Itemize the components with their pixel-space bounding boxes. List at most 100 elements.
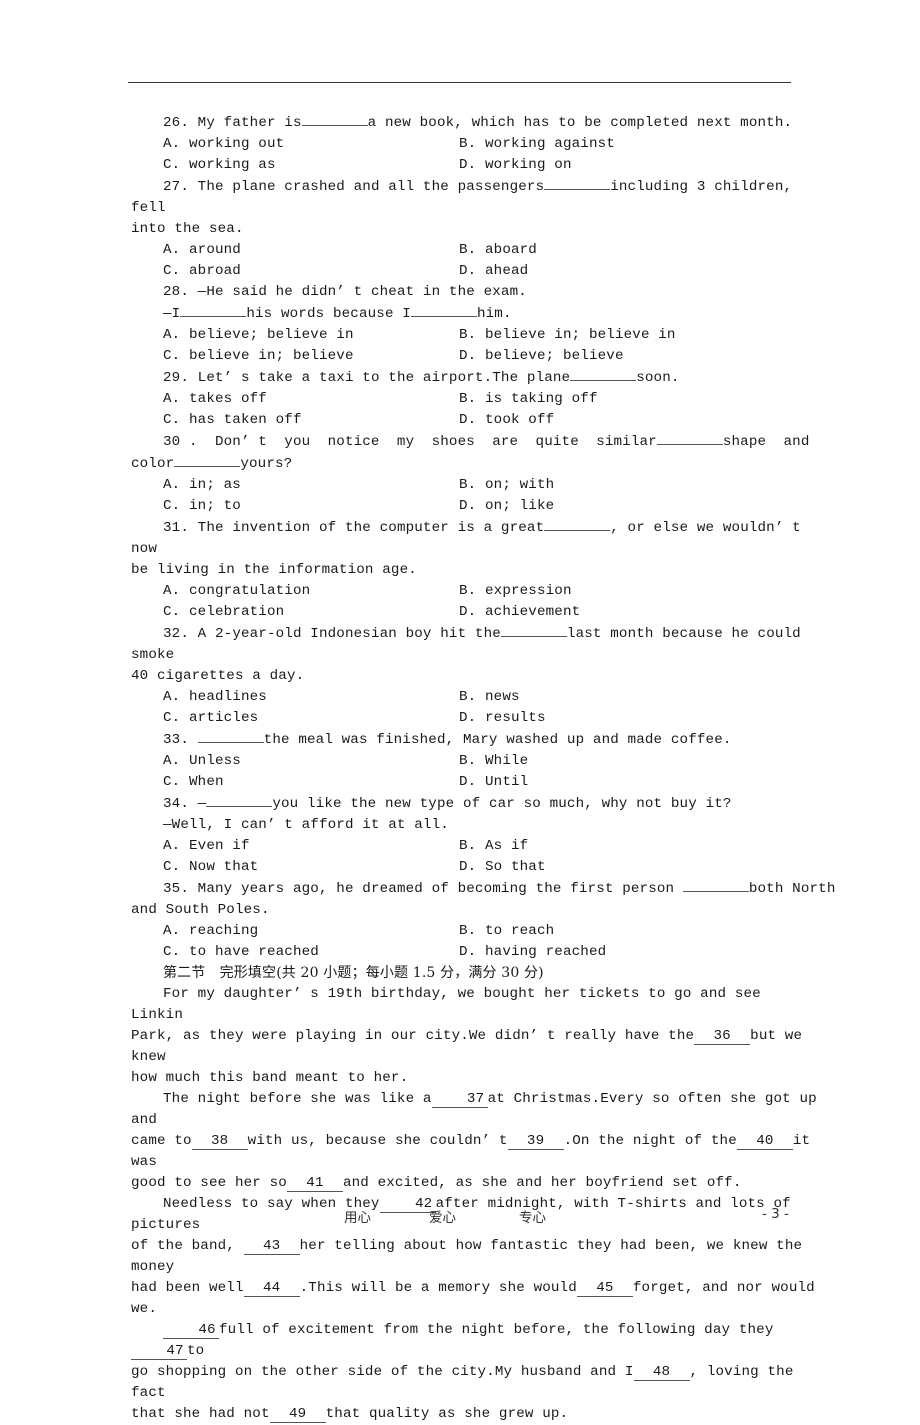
option-c: C. has taken off bbox=[163, 412, 302, 428]
option-d: D. So that bbox=[459, 859, 546, 875]
footer-motto-1: 用心 bbox=[344, 1210, 371, 1226]
passage-text: go shopping on the other side of the cit… bbox=[131, 1364, 634, 1380]
passage-text: good to see her so bbox=[131, 1175, 287, 1191]
cloze-blank-38: 38 bbox=[191, 1134, 248, 1150]
option-b: B. aboard bbox=[459, 242, 537, 258]
stem-continuation: color bbox=[131, 456, 175, 472]
stem-text: soon. bbox=[636, 370, 680, 386]
cloze-blank-39: 39 bbox=[507, 1134, 564, 1150]
option-c: C. working as bbox=[163, 157, 276, 173]
option-a: A. headlines bbox=[163, 689, 267, 705]
option-a: A. reaching bbox=[163, 923, 259, 939]
question-32: 32. A 2-year-old Indonesian boy hit the l… bbox=[131, 623, 821, 729]
passage-text: with us, because she couldn’ t bbox=[247, 1133, 508, 1149]
option-a: A. believe; believe in bbox=[163, 327, 354, 343]
passage-line: came to 38 with us, because she couldn’ t3… bbox=[131, 1131, 821, 1173]
option-d: D. took off bbox=[459, 412, 555, 428]
option-b: B. working against bbox=[459, 136, 615, 152]
option-d: D. believe; believe bbox=[459, 348, 624, 364]
header-rule bbox=[128, 82, 791, 83]
cloze-blank-45: 45 bbox=[576, 1281, 633, 1297]
passage-line: Needless to say when they 42 after midnigh… bbox=[131, 1194, 821, 1236]
stem-text: — bbox=[197, 796, 207, 812]
question-number: 30 . bbox=[163, 434, 198, 450]
option-a: A. congratulation bbox=[163, 583, 311, 599]
stem-text: the meal was finished, Mary washed up an… bbox=[263, 732, 732, 748]
option-c: C. articles bbox=[163, 710, 259, 726]
option-c: C. believe in; believe bbox=[163, 348, 354, 364]
answer-blank bbox=[180, 303, 247, 317]
passage-text: The night before she was like a bbox=[163, 1091, 432, 1107]
option-a: A. takes off bbox=[163, 391, 267, 407]
option-d: D. achievement bbox=[459, 604, 581, 620]
stem-text: a new book, which has to be completed ne… bbox=[367, 115, 793, 131]
footer-motto-3: 专心 bbox=[519, 1210, 546, 1226]
passage-line: go shopping on the other side of the cit… bbox=[131, 1362, 821, 1404]
passage-line: good to see her so 41 and excited, as she … bbox=[131, 1173, 821, 1194]
passage-text: came to bbox=[131, 1133, 192, 1149]
cloze-blank-47: 47 bbox=[131, 1344, 187, 1360]
cloze-blank-43: 43 bbox=[243, 1239, 300, 1255]
question-number: 32. bbox=[163, 626, 189, 642]
option-d: D. results bbox=[459, 710, 546, 726]
option-c: C. celebration bbox=[163, 604, 285, 620]
option-d: D. on; like bbox=[459, 498, 555, 514]
stem-text: —I bbox=[163, 306, 181, 322]
stem-text: The plane crashed and all the passengers bbox=[197, 179, 545, 195]
stem-text: both North bbox=[748, 881, 836, 897]
passage-text: full of excitement from the night before… bbox=[219, 1322, 774, 1338]
stem-text: The invention of the computer is a great bbox=[197, 520, 545, 536]
option-a: A. Even if bbox=[163, 838, 250, 854]
question-number: 34. bbox=[163, 796, 189, 812]
question-number: 28. bbox=[163, 284, 189, 300]
stem-continuation: and South Poles. bbox=[131, 902, 270, 918]
passage-line: we. bbox=[131, 1301, 157, 1317]
question-number: 26. bbox=[163, 115, 189, 131]
stem-text: you like the new type of car so much, wh… bbox=[272, 796, 732, 812]
passage-line: how much this band meant to her. bbox=[131, 1070, 409, 1086]
stem-continuation: into the sea. bbox=[131, 221, 244, 237]
answer-blank bbox=[197, 729, 264, 743]
question-26: 26. My father is a new book, which has to… bbox=[131, 112, 821, 176]
answer-blank bbox=[410, 303, 477, 317]
passage-text: forget, and nor would bbox=[632, 1280, 815, 1296]
cloze-blank-46: 46 bbox=[163, 1323, 219, 1339]
answer-blank bbox=[682, 878, 749, 892]
option-c: C. to have reached bbox=[163, 944, 319, 960]
question-29: 29. Let’ s take a taxi to the airport.Th… bbox=[131, 367, 821, 431]
stem-text: A 2-year-old Indonesian boy hit the bbox=[197, 626, 501, 642]
stem-continuation: 40 cigarettes a day. bbox=[131, 668, 305, 684]
passage-text: .This will be a memory she would bbox=[299, 1280, 577, 1296]
passage-text: of the band, bbox=[131, 1238, 235, 1254]
passage-text: that she had not bbox=[131, 1406, 270, 1422]
answer-blank bbox=[500, 623, 567, 637]
question-number: 27. bbox=[163, 179, 189, 195]
question-31: 31. The invention of the computer is a g… bbox=[131, 517, 821, 623]
question-35: 35. Many years ago, he dreamed of becomi… bbox=[131, 878, 835, 963]
stem-continuation: yours? bbox=[240, 456, 293, 472]
stem-text: My father is bbox=[197, 115, 302, 131]
passage-line: that she had not 49 that quality as she gr… bbox=[131, 1404, 821, 1425]
footer-motto-2: 爱心 bbox=[429, 1210, 456, 1226]
option-b: B. is taking off bbox=[459, 391, 598, 407]
passage-line: The night before she was like a 37 at Chri… bbox=[131, 1089, 821, 1131]
passage-text: Park, as they were playing in our city.W… bbox=[131, 1028, 695, 1044]
option-c: C. When bbox=[163, 774, 224, 790]
passage-text: .On the night of the bbox=[563, 1133, 737, 1149]
stem-text: —He said he didn’ t cheat in the exam. bbox=[197, 284, 527, 300]
stem-continuation: be living in the information age. bbox=[131, 562, 417, 578]
option-b: B. As if bbox=[459, 838, 529, 854]
question-number: 33. bbox=[163, 732, 189, 748]
cloze-blank-42: 42 bbox=[379, 1197, 436, 1213]
passage-line: of the band, 43 her telling about how fan… bbox=[131, 1236, 821, 1278]
cloze-blank-48: 48 bbox=[633, 1365, 690, 1381]
passage-line: For my daughter’ s 19th birthday, we bou… bbox=[131, 986, 761, 1023]
option-b: B. While bbox=[459, 753, 529, 769]
cloze-blank-40: 40 bbox=[736, 1134, 793, 1150]
question-27: 27. The plane crashed and all the passen… bbox=[131, 176, 821, 282]
stem-text: Don’ t you notice my shoes are quite sim… bbox=[214, 434, 657, 450]
option-d: D. working on bbox=[459, 157, 572, 173]
question-number: 31. bbox=[163, 520, 189, 536]
answer-blank bbox=[174, 453, 241, 467]
option-b: B. believe in; believe in bbox=[459, 327, 676, 343]
